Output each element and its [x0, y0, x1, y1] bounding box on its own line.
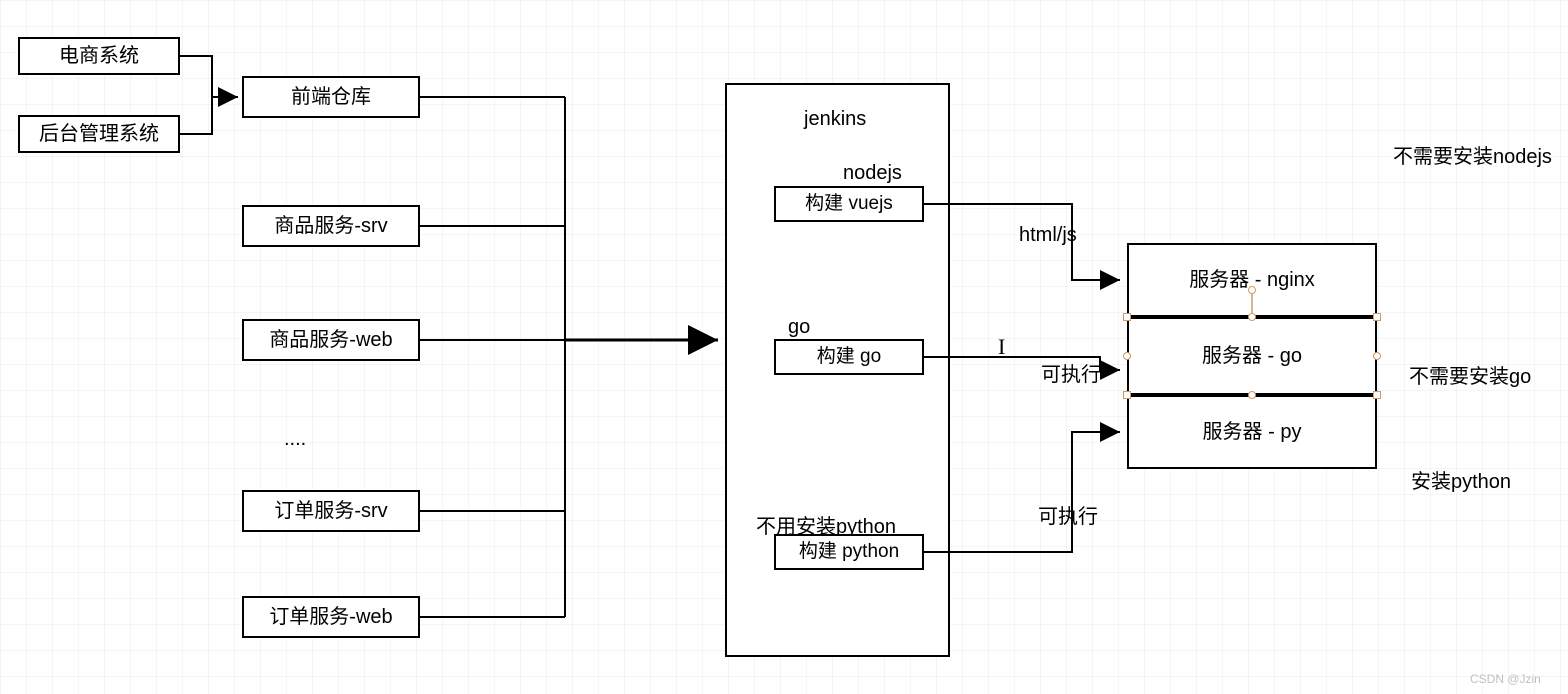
jenkins-title: jenkins	[804, 108, 866, 131]
node-product-web: 商品服务-web	[242, 319, 420, 361]
node-server-nginx: 服务器 - nginx	[1127, 243, 1377, 317]
watermark: CSDN @Jzin	[1470, 672, 1541, 686]
node-server-go[interactable]: 服务器 - go	[1127, 317, 1377, 395]
rotation-handle[interactable]	[1248, 286, 1256, 294]
selection-handle[interactable]	[1373, 313, 1381, 321]
note-py: 安装python	[1411, 465, 1511, 494]
edge-label-htmljs: html/js	[1019, 224, 1077, 247]
nodejs-label: nodejs	[843, 162, 902, 185]
selection-handle[interactable]	[1248, 391, 1256, 399]
selection-handle[interactable]	[1123, 313, 1131, 321]
go-label: go	[788, 316, 810, 339]
selection-handle[interactable]	[1373, 391, 1381, 399]
selection-handle[interactable]	[1123, 352, 1131, 360]
node-frontend-repo: 前端仓库	[242, 76, 420, 118]
note-go: 不需要安装go	[1409, 360, 1531, 389]
node-server-py: 服务器 - py	[1127, 395, 1377, 469]
node-build-python: 构建 python	[774, 534, 924, 570]
node-ecommerce: 电商系统	[18, 37, 180, 75]
edge-label-exec1: 可执行	[1041, 358, 1101, 387]
selection-handle[interactable]	[1248, 313, 1256, 321]
node-admin: 后台管理系统	[18, 115, 180, 153]
node-order-srv: 订单服务-srv	[242, 490, 420, 532]
ellipsis-label: ....	[284, 428, 306, 451]
node-product-srv: 商品服务-srv	[242, 205, 420, 247]
node-order-web: 订单服务-web	[242, 596, 420, 638]
note-nodejs: 不需要安装nodejs	[1393, 140, 1552, 169]
node-build-vue: 构建 vuejs	[774, 186, 924, 222]
text-cursor-icon: I	[998, 334, 1005, 360]
selection-handle[interactable]	[1373, 352, 1381, 360]
edge-label-exec2: 可执行	[1038, 500, 1098, 529]
node-build-go: 构建 go	[774, 339, 924, 375]
selection-handle[interactable]	[1123, 391, 1131, 399]
